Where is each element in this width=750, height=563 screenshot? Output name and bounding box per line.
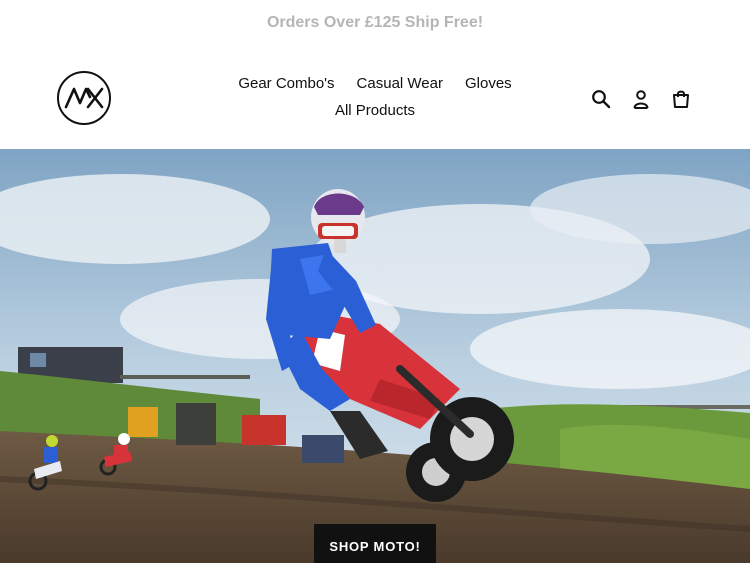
account-icon[interactable] (630, 88, 652, 110)
hero-image (0, 149, 750, 563)
header-icons (590, 88, 692, 110)
nav-all-products[interactable]: All Products (335, 101, 415, 121)
cart-icon[interactable] (670, 88, 692, 110)
announcement-bar: Orders Over £125 Ship Free! (0, 0, 750, 46)
site-header: Gear Combo's Casual Wear Gloves All Prod… (0, 46, 750, 149)
announcement-text: Orders Over £125 Ship Free! (266, 14, 484, 31)
search-icon[interactable] (590, 88, 612, 110)
nav-gear-combos[interactable]: Gear Combo's (238, 74, 334, 94)
site-logo[interactable] (57, 71, 111, 125)
main-nav: Gear Combo's Casual Wear Gloves All Prod… (220, 74, 530, 121)
shop-moto-button[interactable]: SHOP MOTO! (314, 524, 436, 563)
mx-logo-icon (64, 87, 104, 109)
nav-gloves[interactable]: Gloves (465, 74, 512, 94)
hero-banner (0, 149, 750, 563)
nav-casual-wear[interactable]: Casual Wear (357, 74, 443, 94)
